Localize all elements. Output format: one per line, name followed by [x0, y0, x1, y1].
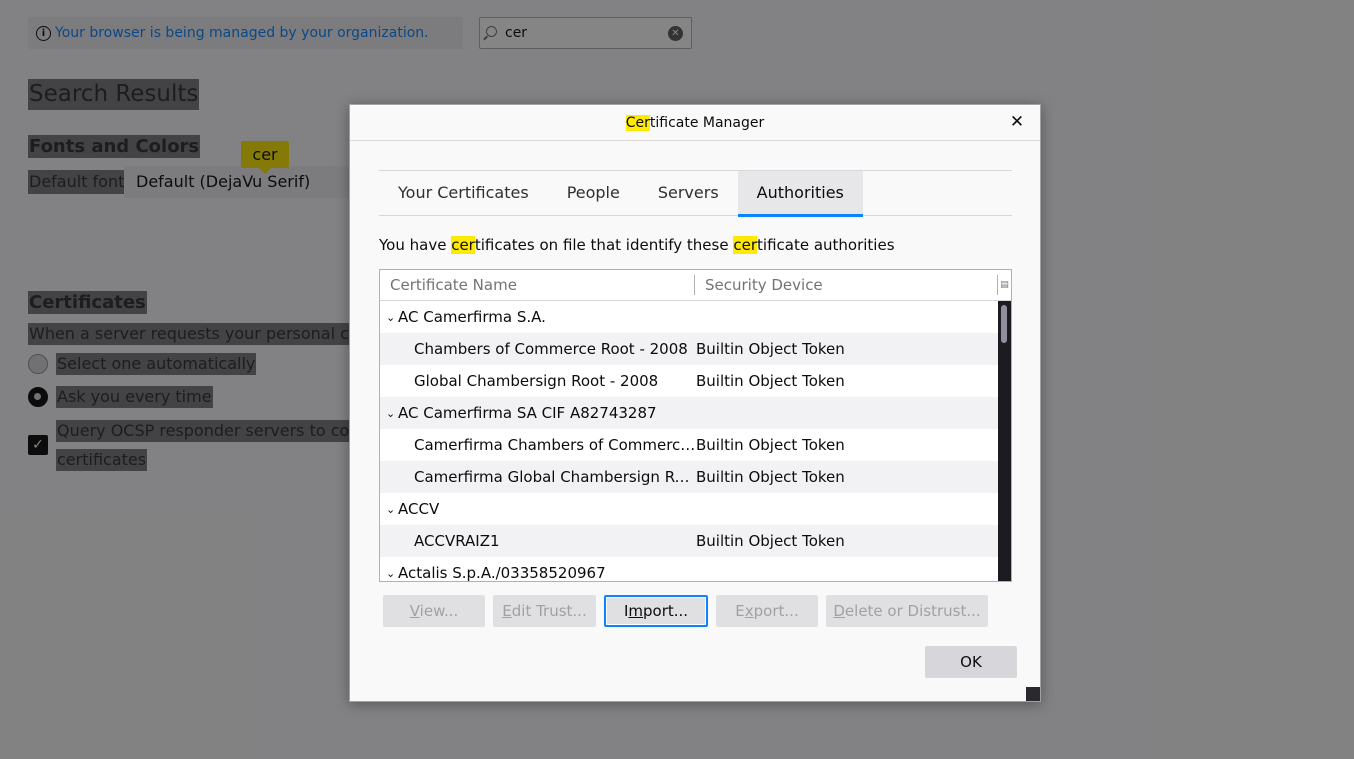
intro-text-2: tificates on file that identify these	[474, 236, 734, 254]
cert-name: Global Chambersign Root - 2008	[414, 372, 659, 390]
tree-rows: ⌄ AC Camerfirma S.A. Chambers of Commerc…	[380, 301, 999, 582]
import-button[interactable]: Import...	[604, 595, 708, 627]
close-icon[interactable]: ✕	[1008, 113, 1026, 131]
intro-highlight-1: cer	[451, 236, 475, 254]
cert-name: Chambers of Commerce Root - 2008	[414, 340, 688, 358]
tab-authorities[interactable]: Authorities	[737, 171, 864, 217]
btn-text: elete or Distrust...	[844, 602, 981, 620]
export-button[interactable]: Export...	[716, 595, 818, 627]
delete-distrust-button[interactable]: Delete or Distrust...	[826, 595, 988, 627]
btn-accesskey: x	[744, 602, 754, 620]
group-name: Actalis S.p.A./03358520967	[398, 564, 606, 582]
group-name: AC Camerfirma S.A.	[398, 308, 546, 326]
cert-device: Builtin Object Token	[696, 532, 845, 550]
column-header-device[interactable]: Security Device	[695, 275, 1011, 295]
tab-your-certificates[interactable]: Your Certificates	[379, 171, 548, 216]
chevron-down-icon[interactable]: ⌄	[380, 503, 398, 516]
column-picker-icon[interactable]: ▤	[997, 275, 1011, 295]
tree-cert-row[interactable]: Chambers of Commerce Root - 2008 Builtin…	[380, 333, 999, 365]
dialog-titlebar: Certificate Manager ✕	[350, 105, 1040, 141]
tab-bar: Your Certificates People Servers Authori…	[379, 170, 1012, 217]
tab-servers[interactable]: Servers	[639, 171, 738, 216]
btn-accesskey: m	[628, 602, 643, 620]
group-name: AC Camerfirma SA CIF A82743287	[398, 404, 657, 422]
group-name: ACCV	[398, 500, 440, 518]
tree-cert-row[interactable]: Camerfirma Chambers of Commerce… Builtin…	[380, 429, 999, 461]
dialog-title: Certificate Manager	[625, 114, 765, 131]
scrollbar-thumb[interactable]	[1001, 305, 1007, 343]
tab-people[interactable]: People	[548, 171, 639, 216]
cert-name: ACCVRAIZ1	[414, 532, 500, 550]
certificate-tree[interactable]: Certificate Name Security Device ▤ ⌄ AC …	[379, 269, 1012, 582]
tree-header: Certificate Name Security Device ▤	[380, 270, 1011, 301]
tree-group-row[interactable]: ⌄ Actalis S.p.A./03358520967	[380, 557, 999, 582]
chevron-down-icon[interactable]: ⌄	[380, 407, 398, 420]
cert-device: Builtin Object Token	[696, 436, 845, 454]
resize-grip[interactable]	[1026, 687, 1040, 701]
view-button[interactable]: View...	[383, 595, 485, 627]
btn-text: port...	[643, 602, 689, 620]
tree-cert-row[interactable]: Camerfirma Global Chambersign Root Built…	[380, 461, 999, 493]
cert-name: Camerfirma Chambers of Commerce…	[414, 436, 696, 454]
btn-accesskey: D	[833, 602, 845, 620]
cert-name: Camerfirma Global Chambersign Root	[414, 468, 696, 486]
authorities-description: You have certificates on file that ident…	[379, 236, 895, 254]
chevron-down-icon[interactable]: ⌄	[380, 311, 398, 324]
btn-accesskey: E	[502, 602, 512, 620]
tree-cert-row[interactable]: ACCVRAIZ1 Builtin Object Token	[380, 525, 999, 557]
tree-scrollbar[interactable]	[998, 301, 1011, 581]
action-buttons: View... Edit Trust... Import... Export..…	[383, 595, 988, 627]
edit-trust-button[interactable]: Edit Trust...	[493, 595, 596, 627]
ok-button[interactable]: OK	[925, 646, 1017, 678]
title-text: tificate Manager	[649, 114, 765, 131]
btn-text: dit Trust...	[511, 602, 587, 620]
column-header-name[interactable]: Certificate Name	[380, 275, 695, 295]
btn-text: iew...	[419, 602, 459, 620]
certificate-manager-dialog: Certificate Manager ✕ Your Certificates …	[349, 104, 1041, 702]
cert-device: Builtin Object Token	[696, 468, 845, 486]
tree-group-row[interactable]: ⌄ AC Camerfirma SA CIF A82743287	[380, 397, 999, 429]
tree-cert-row[interactable]: Global Chambersign Root - 2008 Builtin O…	[380, 365, 999, 397]
intro-highlight-2: cer	[733, 236, 758, 254]
cert-device: Builtin Object Token	[696, 372, 845, 390]
tree-group-row[interactable]: ⌄ ACCV	[380, 493, 999, 525]
btn-text: E	[735, 602, 745, 620]
intro-text-1: You have	[379, 236, 452, 254]
chevron-down-icon[interactable]: ⌄	[380, 567, 398, 580]
intro-text-3: tificate authorities	[757, 236, 895, 254]
tree-group-row[interactable]: ⌄ AC Camerfirma S.A.	[380, 301, 999, 333]
title-highlight: Cer	[625, 114, 650, 131]
btn-text: port...	[753, 602, 799, 620]
cert-device: Builtin Object Token	[696, 340, 845, 358]
btn-accesskey: V	[409, 602, 420, 620]
